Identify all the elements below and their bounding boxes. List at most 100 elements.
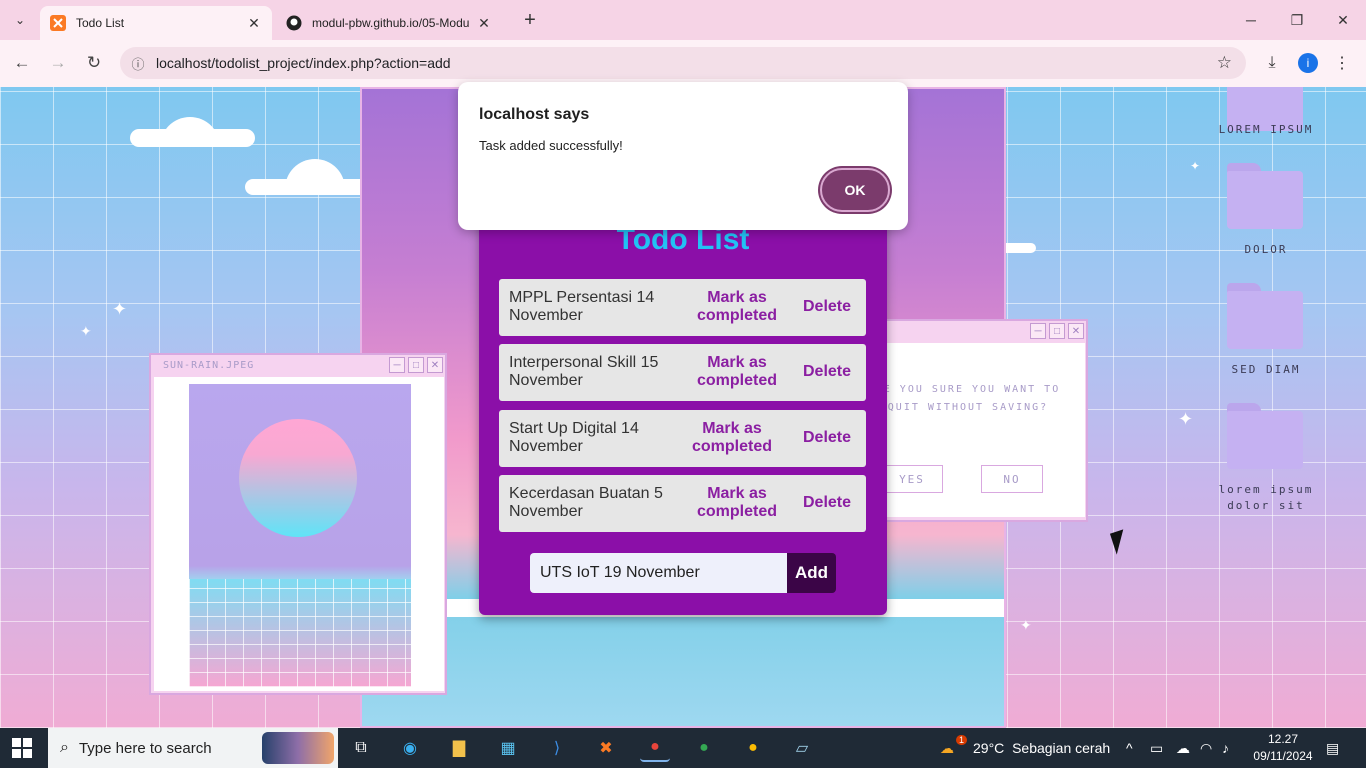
vscode-icon[interactable]: ⟩ — [542, 734, 572, 762]
delete-link[interactable]: Delete — [795, 429, 859, 447]
dialog-title: localhost says — [479, 106, 590, 123]
mark-completed-link[interactable]: Mark as completed — [687, 485, 787, 521]
download-icon[interactable]: ⤓ — [1260, 52, 1284, 74]
delete-link[interactable]: Delete — [795, 363, 859, 381]
maximize-icon[interactable]: □ — [1049, 323, 1065, 339]
close-window-icon[interactable]: ✕ — [1320, 0, 1366, 40]
sparkle-icon: ✦ — [1190, 159, 1201, 173]
todo-item: MPPL Persentasi 14 November Mark as comp… — [499, 279, 866, 336]
folder-icon[interactable] — [1227, 163, 1303, 229]
github-icon — [286, 15, 302, 31]
folder-label: SED DIAM — [1231, 363, 1301, 376]
new-tab-icon[interactable]: + — [518, 8, 542, 32]
back-icon[interactable]: ← — [10, 52, 34, 74]
dialog-message: Task added successfully! — [479, 138, 623, 153]
new-task-input[interactable] — [530, 553, 788, 593]
chrome-icon[interactable]: ● — [640, 734, 670, 762]
add-button[interactable]: Add — [787, 553, 836, 593]
todo-item: Start Up Digital 14 November Mark as com… — [499, 410, 866, 467]
weather-badge: 1 — [956, 735, 968, 745]
sparkle-icon: ✦ — [1178, 409, 1194, 429]
tab-title: modul-pbw.github.io/05-Modu — [312, 16, 470, 30]
profile-avatar[interactable]: i — [1298, 53, 1318, 73]
wifi-icon[interactable]: ◠ — [1200, 728, 1212, 768]
window-controls: ─ □ ✕ — [389, 357, 443, 373]
menu-kebab-icon[interactable]: ⋮ — [1330, 52, 1354, 74]
mark-completed-link[interactable]: Mark as completed — [687, 289, 787, 325]
notepad-icon[interactable]: ▱ — [787, 734, 817, 762]
add-task-form: Add — [530, 553, 836, 593]
folder-label: LOREM IPSUM — [1218, 123, 1314, 136]
image-window: SUN-RAIN.JPEG ─ □ ✕ — [149, 353, 447, 695]
xampp-icon[interactable]: ✖ — [591, 734, 621, 762]
yes-button[interactable]: YES — [881, 465, 943, 493]
cloud-decoration — [160, 117, 220, 147]
store-icon[interactable]: ▦ — [493, 734, 523, 762]
todo-item-text: Kecerdasan Buatan 5 November — [509, 485, 663, 520]
sun-rain-artwork — [189, 384, 411, 687]
delete-link[interactable]: Delete — [795, 494, 859, 512]
no-button[interactable]: NO — [981, 465, 1043, 493]
sun-shape — [239, 419, 357, 537]
todo-app: Todo List MPPL Persentasi 14 November Ma… — [479, 205, 887, 615]
search-highlight-image — [262, 732, 334, 764]
clock-time: 12.27 — [1267, 732, 1299, 746]
minimize-icon[interactable]: ─ — [1030, 323, 1046, 339]
task-view-icon[interactable]: ⧉ — [346, 734, 376, 762]
tab-todo-list[interactable]: Todo List ✕ — [40, 6, 272, 40]
weather-widget[interactable]: ☁ 1 29°C Sebagian cerah — [940, 728, 1110, 768]
notification-icon[interactable]: ▤ — [1326, 728, 1339, 768]
search-icon: ⌕ — [60, 739, 69, 756]
ok-button[interactable]: OK — [820, 168, 890, 212]
taskbar-search[interactable]: ⌕ Type here to search — [48, 728, 338, 768]
close-icon[interactable]: ✕ — [427, 357, 443, 373]
xampp-favicon-icon — [50, 15, 66, 31]
mark-completed-link[interactable]: Mark as completed — [687, 354, 787, 390]
edge-icon[interactable]: ◉ — [395, 734, 425, 762]
tab-search-button[interactable]: ⌄ — [6, 6, 34, 34]
address-bar[interactable]: ⓘ localhost/todolist_project/index.php?a… — [120, 47, 1246, 79]
clock-date: 09/11/2024 — [1253, 749, 1313, 763]
image-canvas — [154, 377, 444, 691]
close-tab-icon[interactable]: ✕ — [476, 15, 492, 32]
maximize-icon[interactable]: □ — [408, 357, 424, 373]
mark-completed-link[interactable]: Mark as completed — [682, 420, 782, 456]
site-info-icon[interactable]: ⓘ — [120, 54, 156, 73]
close-icon[interactable]: ✕ — [1068, 323, 1084, 339]
bookmark-star-icon[interactable]: ☆ — [1217, 53, 1232, 73]
sparkle-icon: ✦ — [1020, 617, 1032, 633]
folder-label: DOLOR — [1244, 243, 1288, 256]
todo-item-text: Start Up Digital 14 November — [509, 420, 639, 455]
cloud-decoration — [285, 159, 345, 189]
file-explorer-icon[interactable]: ▇ — [444, 734, 474, 762]
tab-modul-pbw[interactable]: modul-pbw.github.io/05-Modu ✕ — [276, 6, 502, 40]
minimize-icon[interactable]: ─ — [1228, 0, 1274, 40]
quit-window: ─ □ ✕ RE YOU SURE YOU WANT TO QUIT WITHO… — [866, 319, 1088, 522]
volume-icon[interactable]: ♪ — [1222, 728, 1229, 768]
todo-item-text: Interpersonal Skill 15 November — [509, 354, 659, 389]
forward-icon[interactable]: → — [46, 52, 70, 74]
restore-icon[interactable]: ❐ — [1274, 0, 1320, 40]
delete-link[interactable]: Delete — [795, 298, 859, 316]
todo-item: Kecerdasan Buatan 5 November Mark as com… — [499, 475, 866, 532]
todo-item: Interpersonal Skill 15 November Mark as … — [499, 344, 866, 401]
onedrive-icon[interactable]: ☁ — [1176, 728, 1190, 768]
alert-dialog: localhost says Task added successfully! … — [458, 82, 908, 230]
quit-message: RE YOU SURE YOU WANT TO QUIT WITHOUT SAV… — [875, 384, 1061, 413]
chrome-profile-k-icon[interactable]: ● — [689, 734, 719, 762]
reload-icon[interactable]: ↻ — [82, 52, 106, 74]
windows-start-icon[interactable] — [12, 738, 32, 758]
tab-title: Todo List — [76, 16, 125, 30]
close-tab-icon[interactable]: ✕ — [246, 15, 262, 32]
chrome-profile-s-icon[interactable]: ● — [738, 734, 768, 762]
url-text[interactable]: localhost/todolist_project/index.php?act… — [156, 55, 451, 71]
grid-floor — [189, 579, 411, 687]
tray-chevron-icon[interactable]: ^ — [1126, 728, 1133, 768]
clock[interactable]: 12.27 09/11/2024 — [1250, 731, 1316, 765]
tab-strip: ⌄ Todo List ✕ modul-pbw.github.io/05-Mod… — [0, 0, 1366, 40]
folder-icon[interactable] — [1227, 403, 1303, 469]
minimize-icon[interactable]: ─ — [389, 357, 405, 373]
weather-text: 29°C Sebagian cerah — [973, 740, 1111, 756]
folder-icon[interactable] — [1227, 283, 1303, 349]
network-device-icon[interactable]: ▭ — [1150, 728, 1163, 768]
